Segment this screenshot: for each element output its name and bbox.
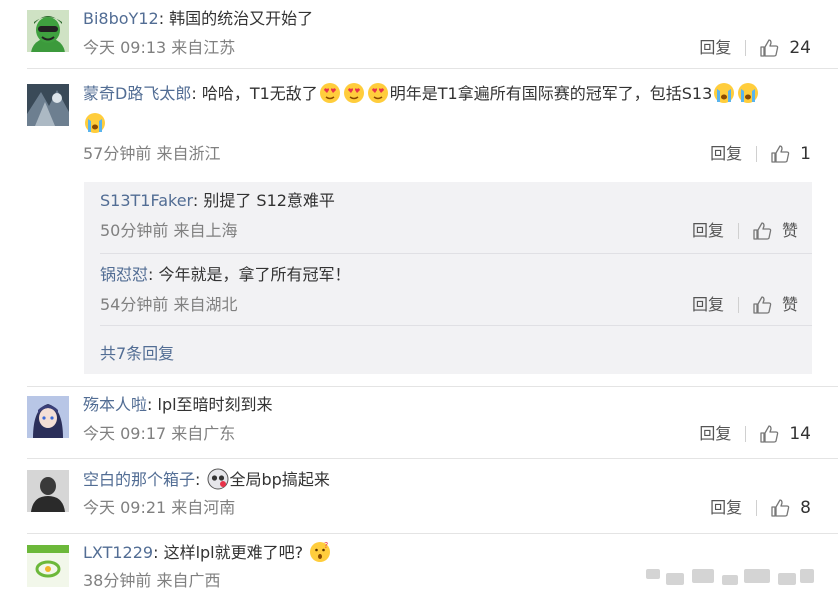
comment-actions: 回复 1 [710, 143, 811, 165]
comment-meta: 50分钟前 来自上海 [100, 221, 238, 240]
divider [27, 386, 838, 387]
comment-line: Bi8boY12: 韩国的统治又开始了 [83, 9, 314, 28]
comment-line: 蒙奇D路飞太郎: 哈哈，T1无敌了 明年是T1拿遍所有国际赛的冠军了，包括S13 [83, 82, 760, 105]
comment-meta: 今天 09:21 来自河南 [83, 498, 236, 517]
watermark [640, 565, 820, 595]
reply-button[interactable]: 回复 [699, 423, 731, 445]
comment-text: 别提了 S12意难平 [203, 191, 335, 210]
username[interactable]: Bi8boY12 [83, 9, 159, 28]
like-button[interactable]: 赞 [752, 294, 798, 316]
comment-line: S13T1Faker: 别提了 S12意难平 [100, 191, 335, 210]
comment-meta: 今天 09:13 来自江苏 [83, 38, 236, 57]
reply-button[interactable]: 回复 [692, 220, 724, 242]
comment-text: 哈哈，T1无敌了 [201, 84, 318, 103]
comment-actions: 回复 24 [699, 37, 811, 59]
like-count: 8 [800, 498, 811, 518]
like-button[interactable]: 8 [770, 497, 811, 519]
crying-emoji [738, 83, 759, 103]
like-button[interactable]: 24 [759, 37, 811, 59]
thumbs-up-icon [760, 425, 779, 443]
username[interactable]: 空白的那个箱子 [83, 470, 195, 489]
like-label: 赞 [781, 221, 798, 240]
username[interactable]: 锅怼怼 [100, 265, 148, 284]
comment-meta: 38分钟前 来自广西 [83, 571, 221, 590]
crying-emoji [714, 83, 735, 103]
like-button[interactable]: 14 [759, 423, 811, 445]
username[interactable]: 殇本人啦 [83, 395, 147, 414]
avatar[interactable] [27, 470, 69, 512]
comment-text: 韩国的统治又开始了 [169, 9, 314, 28]
more-replies-link[interactable]: 共7条回复 [100, 340, 174, 364]
divider [27, 68, 838, 69]
comment-actions: 回复 赞 [692, 220, 798, 242]
username[interactable]: 蒙奇D路飞太郎 [83, 84, 191, 103]
thumbs-up-icon [753, 222, 772, 240]
thumbs-up-icon [771, 145, 790, 163]
username[interactable]: S13T1Faker [100, 191, 193, 210]
heart-eyes-emoji [367, 83, 388, 103]
comment-line-wrap [83, 112, 107, 135]
comment-text: 全局bp搞起来 [229, 470, 330, 489]
comment-text: lpl至暗时刻到来 [157, 395, 273, 414]
like-count: 24 [789, 38, 811, 58]
reply-button[interactable]: 回复 [710, 143, 742, 165]
comment-text: 今年就是，拿了所有冠军！ [158, 265, 351, 284]
username[interactable]: LXT1229 [83, 543, 153, 562]
comment-meta: 今天 09:17 来自广东 [83, 424, 236, 443]
like-label: 赞 [781, 295, 798, 314]
crying-emoji [85, 113, 105, 133]
comment-line: 殇本人啦: lpl至暗时刻到来 [83, 395, 273, 414]
thumbs-up-icon [753, 296, 772, 314]
comment-text: 明年是T1拿遍所有国际赛的冠军了，包括S13 [389, 84, 713, 103]
heart-eyes-emoji [343, 83, 364, 103]
avatar[interactable] [27, 84, 69, 126]
thumbs-up-icon [760, 39, 779, 57]
divider [100, 253, 812, 254]
comment-actions: 回复 14 [699, 423, 811, 445]
reply-button[interactable]: 回复 [710, 497, 742, 519]
reply-button[interactable]: 回复 [692, 294, 724, 316]
avatar[interactable] [27, 545, 69, 587]
reply-button[interactable]: 回复 [699, 37, 731, 59]
like-button[interactable]: 1 [770, 143, 811, 165]
comment-text: 这样lpl就更难了吧? [163, 543, 304, 562]
divider [27, 533, 838, 534]
like-button[interactable]: 赞 [752, 220, 798, 242]
comment-actions: 回复 赞 [692, 294, 798, 316]
comment-actions: 回复 8 [710, 497, 811, 519]
comment-meta: 54分钟前 来自湖北 [100, 295, 238, 314]
svg-text:?: ? [324, 541, 328, 550]
like-count: 14 [789, 424, 811, 444]
like-count: 1 [800, 144, 811, 164]
comment-line: 空白的那个箱子: 全局bp搞起来 [83, 468, 330, 490]
thinking-emoji: ? [310, 541, 331, 562]
comment-meta: 57分钟前 来自浙江 [83, 144, 221, 163]
divider [27, 458, 838, 459]
avatar[interactable] [27, 396, 69, 438]
heart-eyes-emoji [319, 83, 340, 103]
skull-emoji [207, 468, 228, 490]
avatar[interactable] [27, 10, 69, 52]
comment-line: 锅怼怼: 今年就是，拿了所有冠军！ [100, 265, 351, 284]
thumbs-up-icon [771, 499, 790, 517]
sub-replies-box: S13T1Faker: 别提了 S12意难平 50分钟前 来自上海 回复 赞 锅… [84, 182, 812, 374]
comment-line: LXT1229: 这样lpl就更难了吧? ? [83, 541, 332, 564]
divider [100, 325, 812, 326]
